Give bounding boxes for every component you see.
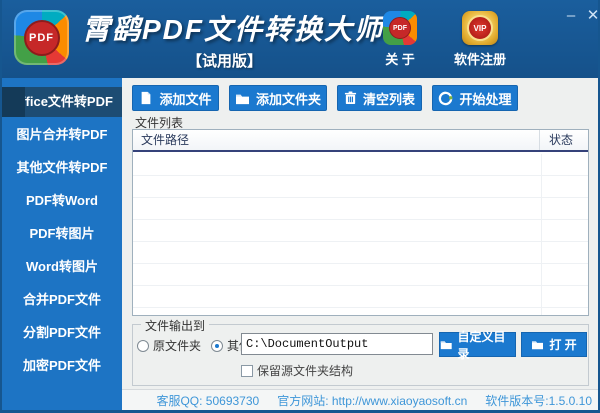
column-divider bbox=[541, 154, 542, 315]
about-label: 关 于 bbox=[368, 49, 432, 68]
about-button[interactable]: PDF 关 于 bbox=[368, 11, 432, 68]
minimize-button[interactable]: – bbox=[560, 6, 582, 26]
custom-directory-button[interactable]: 自定义目录 bbox=[439, 332, 516, 357]
open-folder-label: 打 开 bbox=[549, 336, 576, 353]
sidebar-item-split-pdf[interactable]: 分割PDF文件 bbox=[2, 318, 122, 348]
sidebar-item-office-to-pdf[interactable]: Office文件转PDF bbox=[2, 87, 122, 117]
radio-other-icon[interactable] bbox=[211, 340, 223, 352]
sidebar-nav: Office文件转PDF 图片合并转PDF 其他文件转PDF PDF转Word … bbox=[2, 78, 122, 410]
start-processing-label: 开始处理 bbox=[459, 89, 511, 108]
register-label: 软件注册 bbox=[448, 49, 512, 68]
sidebar-item-pdf-to-image[interactable]: PDF转图片 bbox=[2, 219, 122, 249]
about-pdf-icon: PDF bbox=[383, 11, 417, 45]
custom-directory-label: 自定义目录 bbox=[457, 328, 515, 362]
open-folder-button[interactable]: 打 开 bbox=[521, 332, 587, 357]
document-icon bbox=[139, 91, 153, 105]
trial-badge: 【试用版】 bbox=[82, 50, 367, 71]
trash-icon bbox=[344, 91, 357, 105]
clear-list-button[interactable]: 清空列表 bbox=[337, 85, 422, 111]
column-header-file-path[interactable]: 文件路径 bbox=[133, 130, 540, 150]
keep-structure-checkbox[interactable] bbox=[241, 365, 253, 377]
radio-original-folder[interactable]: 原文件夹 bbox=[137, 337, 201, 354]
file-list-header: 文件路径 状态 bbox=[133, 130, 588, 152]
sidebar-item-encrypt-pdf[interactable]: 加密PDF文件 bbox=[2, 351, 122, 381]
version-text: 软件版本号:1.5.0.10 bbox=[485, 392, 592, 409]
folder-icon bbox=[531, 339, 544, 350]
add-file-button[interactable]: 添加文件 bbox=[132, 85, 219, 111]
sidebar-item-other-to-pdf[interactable]: 其他文件转PDF bbox=[2, 153, 122, 183]
sidebar-item-word-to-image[interactable]: Word转图片 bbox=[2, 252, 122, 282]
add-folder-button[interactable]: 添加文件夹 bbox=[229, 85, 327, 111]
pdf-logo-icon: PDF bbox=[24, 20, 60, 56]
output-group-label: 文件输出到 bbox=[141, 317, 209, 334]
official-website-text: 官方网站: http://www.xiaoyaosoft.cn bbox=[277, 392, 467, 409]
radio-original-icon[interactable] bbox=[137, 340, 149, 352]
folder-icon bbox=[440, 339, 452, 350]
status-bar: 客服QQ: 50693730 官方网站: http://www.xiaoyaos… bbox=[122, 389, 598, 410]
refresh-icon bbox=[438, 91, 453, 106]
app-title: 霄鹞PDF文件转换大师 bbox=[82, 8, 367, 48]
app-logo: PDF bbox=[14, 10, 69, 65]
file-list-body[interactable] bbox=[133, 154, 588, 315]
add-folder-label: 添加文件夹 bbox=[256, 89, 321, 108]
close-button[interactable]: ✕ bbox=[582, 6, 600, 26]
radio-original-label: 原文件夹 bbox=[153, 337, 201, 354]
register-button[interactable]: VIP 软件注册 bbox=[448, 11, 512, 68]
clear-list-label: 清空列表 bbox=[363, 89, 415, 108]
support-qq-text: 客服QQ: 50693730 bbox=[156, 392, 259, 409]
column-header-status[interactable]: 状态 bbox=[541, 130, 588, 150]
sidebar-item-pdf-to-word[interactable]: PDF转Word bbox=[2, 186, 122, 216]
sidebar-item-merge-pdf[interactable]: 合并PDF文件 bbox=[2, 285, 122, 315]
output-path-input[interactable] bbox=[241, 333, 433, 355]
app-window: PDF 霄鹞PDF文件转换大师 【试用版】 PDF 关 于 VIP 软件注册 –… bbox=[0, 0, 600, 413]
vip-icon: VIP bbox=[462, 11, 498, 45]
start-processing-button[interactable]: 开始处理 bbox=[432, 85, 518, 111]
add-file-label: 添加文件 bbox=[159, 89, 211, 108]
keep-structure-option[interactable]: 保留源文件夹结构 bbox=[241, 362, 353, 379]
keep-structure-label: 保留源文件夹结构 bbox=[257, 362, 353, 379]
sidebar-item-image-merge-to-pdf[interactable]: 图片合并转PDF bbox=[2, 120, 122, 150]
file-list-table: 文件路径 状态 bbox=[132, 129, 589, 316]
output-group: 文件输出到 原文件夹 其他文件夹 自定义目录 打 开 bbox=[132, 324, 589, 386]
title-bar: PDF 霄鹞PDF文件转换大师 【试用版】 PDF 关 于 VIP 软件注册 –… bbox=[2, 0, 598, 78]
folder-icon bbox=[235, 92, 250, 105]
